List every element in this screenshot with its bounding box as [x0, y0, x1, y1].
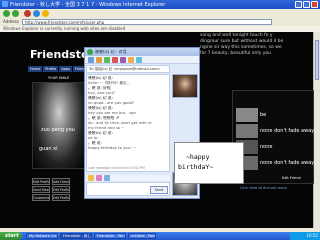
last-message-status: Last message received at 10:52 PM — [88, 166, 145, 170]
wink-icon[interactable] — [96, 175, 102, 181]
chat-message: 。晓 说: 哈哈哈 :P — [88, 116, 120, 120]
chat-message: 晓晓(is) 幻 说: — [88, 96, 113, 100]
chat-message: happy birthday to you~~ — [88, 146, 137, 150]
taskbar-item[interactable]: Friendster - WindowS — [94, 233, 126, 239]
start-button[interactable]: start — [0, 232, 22, 240]
browser-title-bar: Friendster - 秋し大学 - 全国 3 7 1 7 - Windows… — [0, 0, 320, 9]
birthday-line-1: ~happy — [186, 153, 210, 161]
photo-text-2: guan xi — [39, 146, 58, 152]
photo-text-1: zuo peng you — [41, 127, 75, 133]
birthday-message: ~happy birthdaY~ — [178, 152, 242, 172]
browser-title: Friendster - 秋し大学 - 全国 3 7 1 7 - Windows… — [10, 2, 166, 8]
chat-message: im good.. are you good? — [88, 101, 135, 105]
clock[interactable]: 10:52 — [290, 232, 320, 240]
chat-message: 。晓 说: — [88, 141, 102, 145]
add-friends-button[interactable]: Add Friends — [52, 178, 70, 185]
friend-thumbnail[interactable] — [236, 124, 258, 138]
call-icon[interactable] — [112, 57, 118, 63]
edit-profile-button-3[interactable]: Edit Profile — [52, 194, 70, 201]
stop-icon[interactable] — [24, 10, 31, 17]
friend-line: none — [260, 144, 273, 150]
profile-photo[interactable]: zuo peng you guan xi — [32, 82, 86, 169]
taskbar-item[interactable]: untitled - Paint — [128, 233, 156, 239]
minimize-button[interactable] — [295, 1, 302, 8]
back-icon[interactable] — [3, 10, 10, 17]
block-icon[interactable] — [136, 57, 142, 63]
address-input[interactable]: http://www.friendster.com/mfs/user.php — [22, 19, 272, 25]
send-message-button[interactable]: Send Message — [32, 186, 50, 193]
friend-line: none don't fade away — [260, 160, 315, 166]
chat-message: hey, and you? — [88, 91, 115, 95]
chat-message: hello~~ 你好吗? 最近... — [88, 81, 131, 85]
edit-profile-button[interactable]: Edit Profile — [32, 178, 50, 185]
chat-message: 。晓 说: 好啦 — [88, 86, 111, 90]
video-icon[interactable] — [104, 57, 110, 63]
forward-icon[interactable] — [12, 10, 19, 17]
messenger-title: 晓晓(is) 幻 - 对话 — [85, 48, 199, 56]
chat-message: my friend and so ~ — [88, 126, 125, 130]
chat-message: ok.. and its time..start get with ur — [88, 121, 152, 125]
nav-tab-home[interactable]: Home — [28, 66, 43, 72]
edit-friend-link[interactable]: Edit Friend — [282, 176, 301, 180]
activities-icon[interactable] — [128, 57, 134, 63]
chat-message: hey you are ma bro.. ugh — [88, 111, 136, 115]
maximize-button[interactable] — [303, 1, 310, 8]
chat-message: ok la.. — [88, 136, 100, 140]
background-icon[interactable] — [104, 175, 110, 181]
invite-icon[interactable] — [88, 57, 94, 63]
customize-page-button[interactable]: Customize Page — [32, 194, 50, 201]
send-button[interactable]: Send — [150, 186, 168, 194]
lyrics-line: for 7 beauty, beautiful only you — [200, 51, 272, 56]
refresh-icon[interactable] — [33, 10, 40, 17]
lyrics-text: song and well tonight touch fo y dingrou… — [200, 33, 310, 57]
taskbar-item[interactable]: My Network Connections — [26, 233, 58, 239]
friend-line: be — [260, 112, 267, 118]
edit-profile-button-2[interactable]: Edit Profile — [52, 186, 70, 193]
taskbar-item-active[interactable]: Friendster - 秋し... — [60, 233, 92, 239]
emoticon-icon[interactable] — [88, 175, 94, 181]
find-out-more-link[interactable]: Click here to find out more — [240, 186, 287, 190]
send-file-icon[interactable] — [96, 57, 102, 63]
friend-thumbnail[interactable] — [236, 108, 258, 122]
photo-caption: YOUR SMILE — [48, 76, 70, 80]
nav-tab-profile[interactable]: Profile — [43, 66, 59, 72]
scrollbar-thumb[interactable] — [315, 40, 319, 80]
messenger-icon — [87, 49, 93, 55]
recipient-field: To: 晓晓(is) 幻 <myspace@hotmail.com> — [86, 65, 170, 73]
games-icon[interactable] — [120, 57, 126, 63]
nav-tab-apps[interactable]: Apps — [59, 66, 72, 72]
contact-display-picture[interactable] — [172, 74, 198, 98]
ie-icon — [2, 1, 8, 7]
chat-message: 晓晓(is) 幻 说: — [88, 106, 113, 110]
chat-message: 晓晓(is) 幻 说: — [88, 131, 113, 135]
friend-line: none don't fade away — [260, 128, 315, 134]
home-icon[interactable] — [42, 10, 49, 17]
birthday-line-2: birthdaY~ — [178, 163, 214, 171]
chat-message: 晓晓(is) 幻 说: — [88, 76, 113, 80]
address-label: Address — [3, 19, 19, 24]
close-button[interactable] — [311, 1, 318, 8]
messenger-toolbar — [85, 56, 199, 64]
